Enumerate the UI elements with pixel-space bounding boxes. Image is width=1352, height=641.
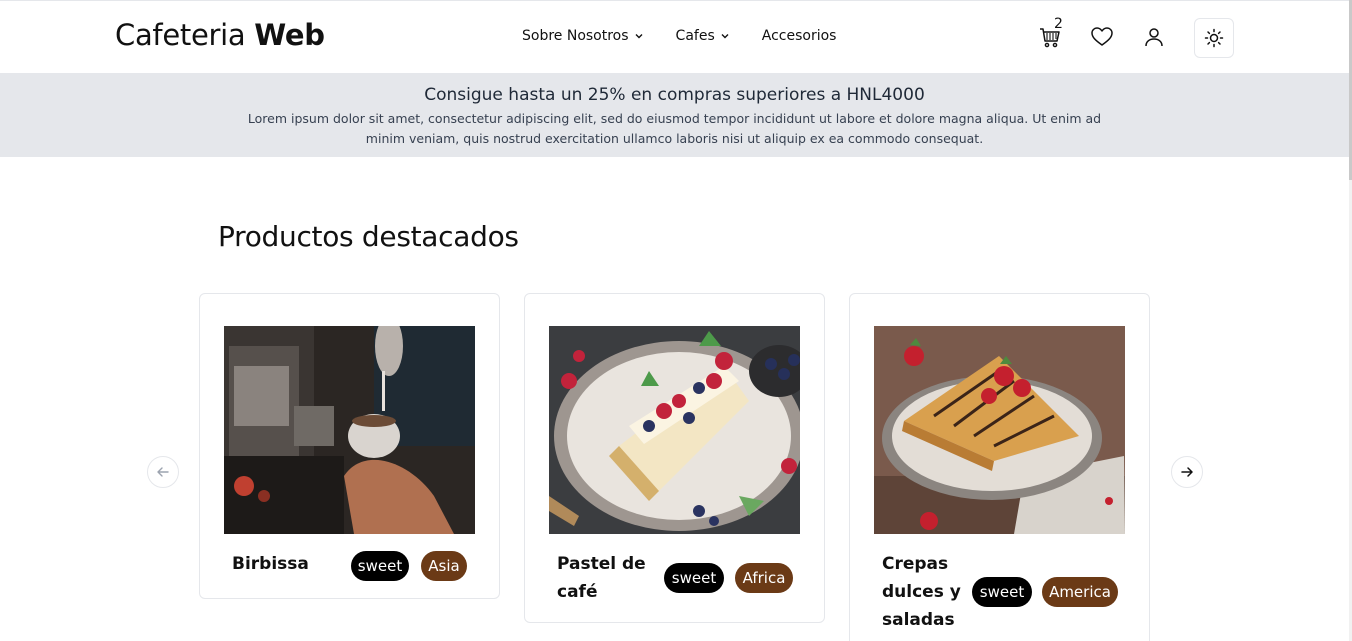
nav-item-accesorios[interactable]: Accesorios: [762, 28, 837, 44]
nav-item-cafes[interactable]: Cafes: [676, 28, 730, 44]
product-name[interactable]: Pastel de café: [557, 550, 646, 606]
header-actions: 2: [1036, 15, 1236, 59]
product-name-line: dulces y: [882, 582, 961, 602]
promo-banner: Consigue hasta un 25% en compras superio…: [0, 73, 1349, 157]
product-card[interactable]: Birbissa sweet Asia: [199, 293, 500, 599]
cart-button[interactable]: 2: [1036, 16, 1064, 51]
tag-sweet[interactable]: sweet: [972, 577, 1032, 607]
tag-region[interactable]: Africa: [735, 563, 793, 593]
main-nav: Sobre Nosotros Cafes Accesorios: [522, 28, 868, 44]
logo-text-light: Cafeteria: [115, 18, 246, 52]
carousel-prev-button[interactable]: [147, 456, 179, 488]
chevron-down-icon: [721, 34, 729, 39]
product-name[interactable]: Crepas dulces y saladas: [882, 550, 961, 634]
product-image[interactable]: [224, 326, 475, 534]
product-name[interactable]: Birbissa: [232, 550, 309, 578]
product-name-line: Crepas: [882, 554, 949, 574]
logo-text-bold: Web: [254, 18, 325, 52]
chevron-down-icon: [635, 34, 643, 39]
product-card[interactable]: Pastel de café sweet Africa: [524, 293, 825, 623]
arrow-left-icon: [157, 467, 169, 477]
product-name-line: café: [557, 582, 598, 602]
tag-region[interactable]: America: [1042, 577, 1118, 607]
tag-sweet[interactable]: sweet: [664, 563, 724, 593]
section-title: Productos destacados: [218, 220, 519, 253]
heart-icon: [1091, 27, 1113, 46]
product-image[interactable]: [874, 326, 1125, 534]
theme-toggle-button[interactable]: [1194, 18, 1234, 58]
nav-item-sobre-nosotros[interactable]: Sobre Nosotros: [522, 28, 644, 44]
cart-count-badge: 2: [1054, 16, 1063, 32]
promo-text: Lorem ipsum dolor sit amet, consectetur …: [247, 111, 1102, 146]
user-icon: [1145, 28, 1163, 47]
carousel-next-button[interactable]: [1171, 456, 1203, 488]
site-logo[interactable]: Cafeteria Web: [115, 18, 325, 52]
promo-title: Consigue hasta un 25% en compras superio…: [424, 85, 925, 105]
nav-item-label: Sobre Nosotros: [522, 28, 629, 44]
product-image[interactable]: [549, 326, 800, 534]
site-header: Cafeteria Web Sobre Nosotros Cafes Acces…: [0, 0, 1352, 73]
nav-item-label: Accesorios: [761, 28, 837, 44]
nav-item-label: Cafes: [675, 28, 715, 44]
tag-region[interactable]: Asia: [421, 551, 467, 581]
tag-sweet[interactable]: sweet: [351, 551, 409, 581]
product-name-line: Pastel de: [557, 554, 646, 574]
product-name-line: saladas: [882, 610, 955, 630]
arrow-right-icon: [1181, 467, 1193, 477]
account-button[interactable]: [1140, 23, 1168, 51]
sun-icon: [1204, 28, 1224, 48]
product-card[interactable]: Crepas dulces y saladas sweet America: [849, 293, 1150, 641]
wishlist-button[interactable]: [1088, 23, 1116, 51]
product-name-line: Birbissa: [232, 554, 309, 574]
